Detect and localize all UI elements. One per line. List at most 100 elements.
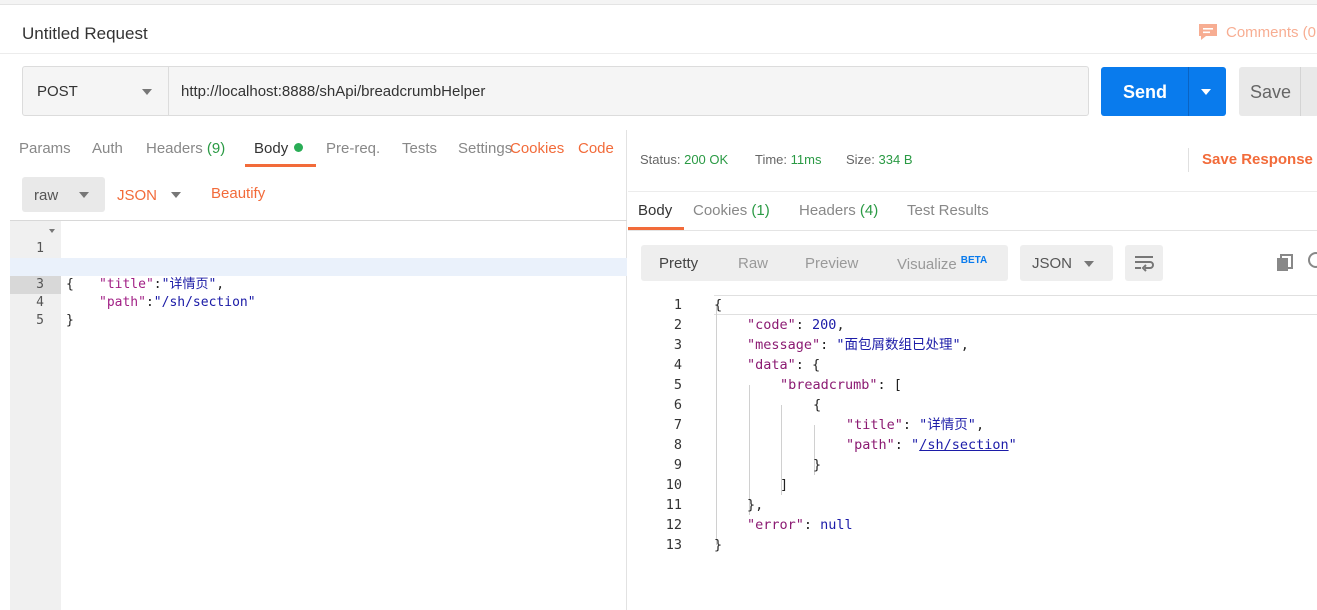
headers-count: (4) xyxy=(859,202,879,219)
code-text: ] xyxy=(780,477,789,493)
line-number: 8 xyxy=(673,437,682,453)
wrap-lines-icon xyxy=(1135,256,1154,272)
view-mode-bar: Pretty Raw Preview Visualize BETA xyxy=(641,245,1008,281)
response-line: 7 "title": "详情页", xyxy=(628,415,1317,435)
line-number: 7 xyxy=(673,417,682,433)
save-button[interactable]: Save xyxy=(1239,67,1317,116)
json-key: "data" xyxy=(747,357,796,373)
chevron-down-icon[interactable] xyxy=(1201,89,1211,95)
json-number: 200 xyxy=(812,317,837,333)
code-text: { xyxy=(813,397,822,413)
response-line: 8 "path": "/sh/section" xyxy=(628,435,1317,455)
visualize-label: Visualize xyxy=(897,256,957,273)
tab-body[interactable]: Body xyxy=(254,140,304,157)
send-label: Send xyxy=(1123,82,1168,102)
response-body-viewer[interactable]: 1{ 2 "code": 200, 3 "message": "面包屑数组已处理",… xyxy=(628,295,1317,565)
response-line: 6{ xyxy=(628,395,1317,415)
response-format-select[interactable]: JSON xyxy=(1020,245,1113,281)
json-key: "code" xyxy=(747,317,796,333)
line-number: 9 xyxy=(673,457,682,473)
response-line: 2 "code": 200, xyxy=(628,315,1317,335)
view-raw[interactable]: Raw xyxy=(738,255,768,272)
response-line: 13} xyxy=(628,535,1317,555)
status-label: Status: xyxy=(640,152,681,167)
line-number: 3 xyxy=(673,337,682,353)
tab-tests[interactable]: Tests xyxy=(402,140,437,157)
view-pretty[interactable]: Pretty xyxy=(659,255,698,272)
tab-settings[interactable]: Settings xyxy=(458,140,512,157)
beta-badge: BETA xyxy=(960,255,988,266)
tab-test-results[interactable]: Test Results xyxy=(907,202,989,219)
line-number: 6 xyxy=(673,397,682,413)
url-input[interactable] xyxy=(169,67,1088,115)
editor-line-active: 3 "path":"/sh/section" xyxy=(10,258,627,310)
body-mode-select[interactable]: raw xyxy=(22,177,105,212)
chevron-down-icon xyxy=(79,192,89,198)
copy-icon[interactable] xyxy=(1275,253,1295,273)
response-line: 3 "message": "面包屑数组已处理", xyxy=(628,335,1317,355)
beautify-link[interactable]: Beautify xyxy=(211,185,265,202)
size-value: 334 B xyxy=(878,152,913,167)
chevron-down-icon[interactable] xyxy=(171,192,181,198)
json-null: null xyxy=(820,517,853,533)
headers-count: (9) xyxy=(206,140,226,157)
send-button[interactable]: Send xyxy=(1101,67,1226,116)
method-select[interactable]: POST xyxy=(23,67,169,115)
tab-headers-label: Headers xyxy=(799,202,856,219)
code-text: }, xyxy=(747,497,764,513)
json-link[interactable]: /sh/section xyxy=(919,437,1008,453)
response-line: 11}, xyxy=(628,495,1317,515)
time-info: Time: 11ms xyxy=(755,152,821,167)
comment-icon xyxy=(1199,24,1217,40)
tab-auth[interactable]: Auth xyxy=(92,140,123,157)
tab-prereq[interactable]: Pre-req. xyxy=(326,140,380,157)
view-preview[interactable]: Preview xyxy=(805,255,858,272)
url-bar: POST xyxy=(22,66,1089,116)
view-visualize[interactable]: Visualize BETA xyxy=(897,255,987,273)
json-key: "title" xyxy=(846,417,903,433)
tab-response-body[interactable]: Body xyxy=(638,202,672,219)
search-icon[interactable] xyxy=(1306,251,1317,273)
response-line: 12 "error": null xyxy=(628,515,1317,535)
size-label: Size: xyxy=(846,152,875,167)
body-editor[interactable]: 1 { 2 "title":"详情页", 3 "path":"/sh/secti… xyxy=(10,220,627,610)
editor-line: 5 xyxy=(10,294,627,328)
response-line: 4 "data": { xyxy=(628,355,1317,375)
body-format-select[interactable]: JSON xyxy=(117,187,157,204)
tab-response-cookies[interactable]: Cookies (1) xyxy=(693,202,770,219)
divider xyxy=(1188,148,1189,172)
fold-toggle-icon[interactable] xyxy=(49,229,55,233)
line-number: 13 xyxy=(665,537,682,553)
time-label: Time: xyxy=(755,152,788,167)
json-string: "详情页" xyxy=(919,417,976,433)
wrap-lines-button[interactable] xyxy=(1125,245,1163,281)
chevron-down-icon xyxy=(142,89,152,95)
save-response-button[interactable]: Save Response xyxy=(1202,151,1313,168)
chevron-down-icon xyxy=(1084,261,1094,267)
body-indicator-dot xyxy=(294,143,304,152)
tab-params[interactable]: Params xyxy=(19,140,71,157)
active-tab-indicator xyxy=(245,164,316,167)
code-link[interactable]: Code xyxy=(578,140,614,157)
cookies-link[interactable]: Cookies xyxy=(510,140,564,157)
request-title[interactable]: Untitled Request xyxy=(22,24,148,44)
code-text: } xyxy=(66,313,74,328)
comments-button[interactable]: Comments (0 xyxy=(1198,23,1316,41)
time-value: 11ms xyxy=(790,152,822,167)
json-string: "面包屑数组已处理" xyxy=(836,337,961,353)
request-pane: Params Auth Headers (9) Body Pre-req. Te… xyxy=(0,130,627,610)
request-title-bar: Untitled Request Comments (0 xyxy=(0,5,1317,54)
status-info: Status: 200 OK xyxy=(640,152,728,167)
body-mode-label: raw xyxy=(34,187,59,204)
tab-response-headers[interactable]: Headers (4) xyxy=(799,202,878,219)
response-line: 1{ xyxy=(628,295,1317,315)
json-key: "message" xyxy=(747,337,821,353)
tab-headers[interactable]: Headers (9) xyxy=(146,140,225,157)
line-number: 5 xyxy=(36,313,44,328)
code-text: "title": "详情页", xyxy=(846,417,985,433)
editor-line: 2 "title":"详情页", xyxy=(10,240,627,292)
json-key: "error" xyxy=(747,517,804,533)
json-key: "path" xyxy=(846,437,895,453)
size-info: Size: 334 B xyxy=(846,152,913,167)
code-text: { xyxy=(714,297,723,313)
